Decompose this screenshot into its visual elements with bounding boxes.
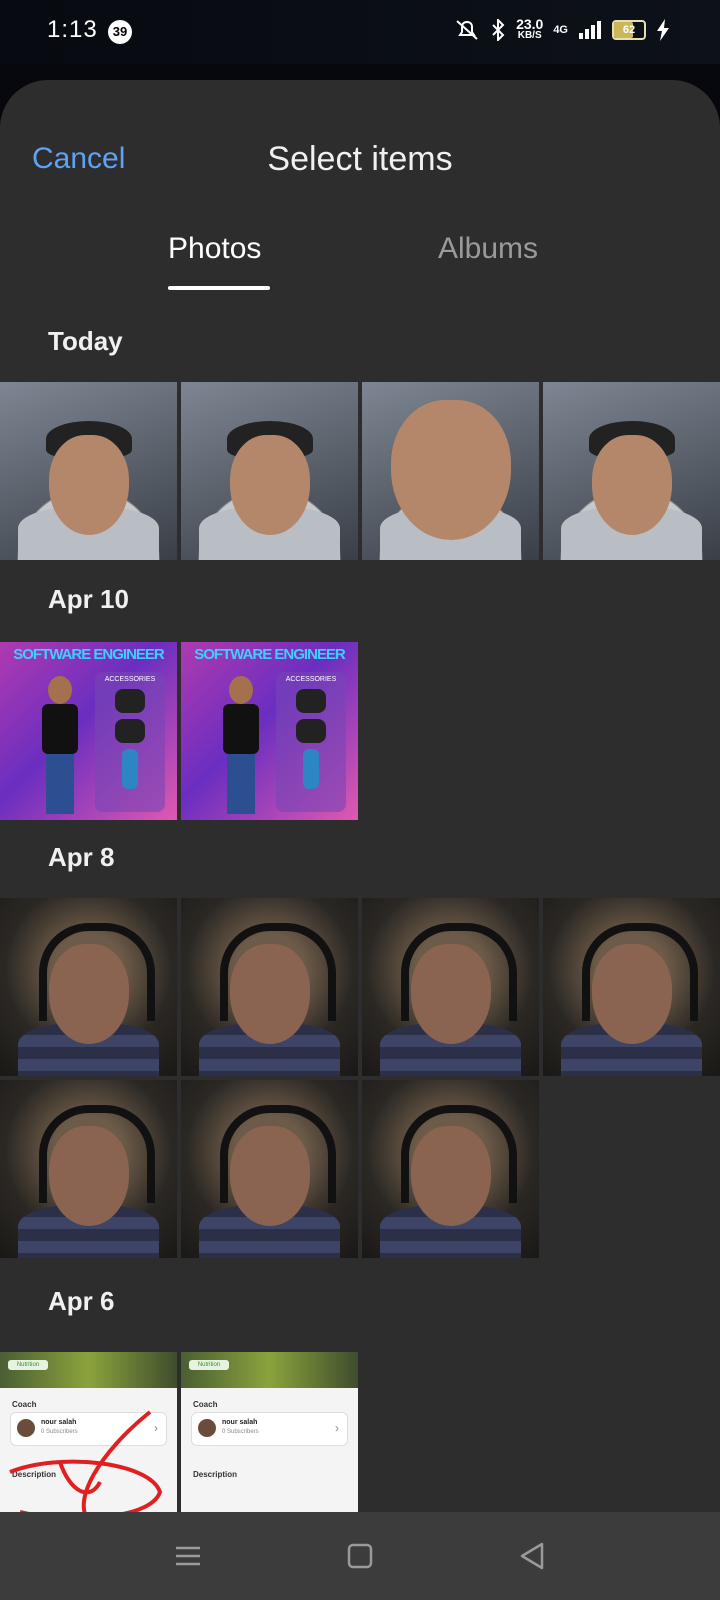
- signal-icon: [579, 21, 601, 39]
- select-items-sheet: Cancel Select items Photos Albums Today …: [0, 80, 720, 1512]
- photo-thumbnail[interactable]: [0, 382, 177, 560]
- menu-icon[interactable]: [170, 1538, 206, 1574]
- status-time: 1:13: [47, 16, 98, 43]
- photo-thumbnail[interactable]: [0, 898, 177, 1076]
- screenshot-chip-text: Nutrition: [189, 1360, 229, 1370]
- net-speed: 23.0 KB/S: [516, 16, 544, 42]
- screenshot-coach-text: Coach: [193, 1400, 218, 1409]
- silent-bell-icon: [456, 20, 478, 40]
- home-icon[interactable]: [342, 1538, 378, 1574]
- section-label-today: Today: [48, 326, 123, 356]
- poster-panel-label: ACCESSORIES: [104, 676, 156, 683]
- photo-thumbnail[interactable]: [543, 382, 720, 560]
- photo-thumbnail[interactable]: SOFTWARE ENGINEER ACCESSORIES: [181, 642, 358, 820]
- photo-thumbnail[interactable]: [362, 898, 539, 1076]
- net-speed-value: 23.0: [516, 16, 544, 32]
- screenshot-sub-text: 0 Subscribers: [222, 1429, 259, 1435]
- poster-panel-label: ACCESSORIES: [285, 676, 337, 683]
- network-type: 4G: [553, 24, 568, 36]
- red-scribble: [9, 1410, 163, 1512]
- photo-thumbnail[interactable]: [362, 382, 539, 560]
- photo-thumbnail[interactable]: Nutrition Coach nour salah 0 Subscribers ›…: [0, 1352, 177, 1512]
- bluetooth-icon: [492, 19, 505, 41]
- notification-count-badge: 39: [108, 20, 132, 44]
- charging-icon: [657, 19, 669, 41]
- back-icon[interactable]: [514, 1538, 550, 1574]
- photo-thumbnail[interactable]: [362, 1080, 539, 1258]
- photo-thumbnail[interactable]: SOFTWARE ENGINEER ACCESSORIES: [0, 642, 177, 820]
- section-label-apr-8: Apr 8: [48, 842, 115, 872]
- screenshot-description-text: Description: [193, 1470, 238, 1479]
- tab-photos[interactable]: Photos: [168, 232, 261, 266]
- poster-banner-text: SOFTWARE ENGINEER: [13, 646, 165, 663]
- screenshot-chip-text: Nutrition: [8, 1360, 48, 1370]
- net-speed-unit: KB/S: [517, 30, 542, 41]
- poster-banner-text: SOFTWARE ENGINEER: [194, 646, 346, 663]
- section-label-apr-10: Apr 10: [48, 584, 129, 614]
- battery-level: 62: [622, 24, 636, 36]
- photo-thumbnail[interactable]: [0, 1080, 177, 1258]
- page-title: Select items: [267, 140, 453, 178]
- active-tab-indicator: [168, 286, 270, 290]
- photo-thumbnail[interactable]: [181, 382, 358, 560]
- photo-thumbnail[interactable]: Nutrition Coach nour salah 0 Subscribers ›…: [181, 1352, 358, 1512]
- screenshot-name-text: nour salah: [222, 1419, 258, 1426]
- battery-icon: 62: [612, 20, 646, 40]
- section-label-apr-6: Apr 6: [48, 1286, 115, 1316]
- status-bar: 1:13 39 23.0 KB/S 4G 62: [0, 0, 720, 64]
- tab-albums[interactable]: Albums: [438, 232, 538, 266]
- status-icons: 23.0 KB/S 4G 62: [454, 16, 670, 42]
- photo-thumbnail[interactable]: [543, 898, 720, 1076]
- photo-thumbnail[interactable]: [181, 1080, 358, 1258]
- system-nav-bar: [0, 1512, 720, 1600]
- photo-thumbnail[interactable]: [181, 898, 358, 1076]
